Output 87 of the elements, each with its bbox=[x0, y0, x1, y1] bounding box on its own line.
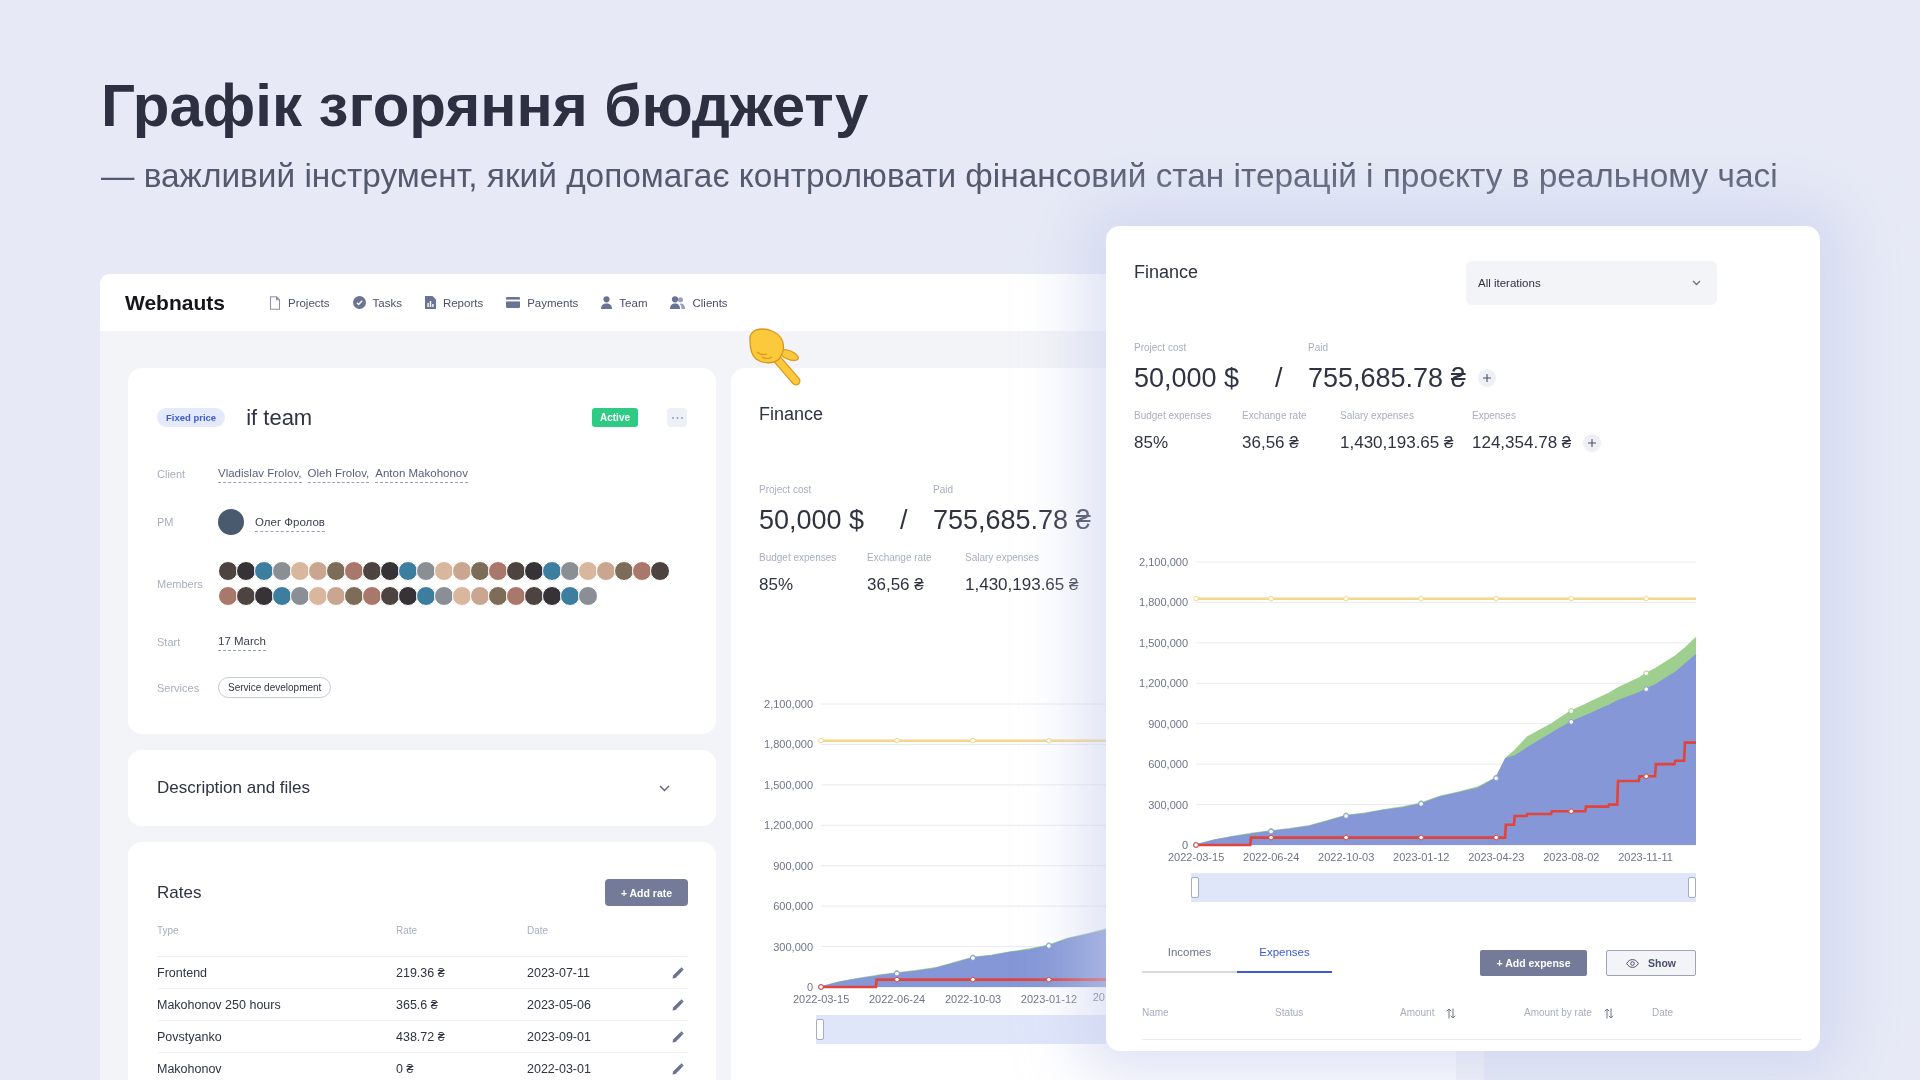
column-header: Date bbox=[1652, 1006, 1674, 1020]
table-cell: Frontend bbox=[157, 965, 208, 980]
table-cell: 0 ₴ bbox=[396, 1061, 414, 1076]
separator-text: / bbox=[1275, 362, 1283, 394]
y-tick-label: 600,000 bbox=[773, 900, 813, 913]
column-header: Rate bbox=[396, 924, 418, 938]
column-header: Amount bbox=[1400, 1006, 1435, 1020]
card-title: Finance bbox=[759, 403, 825, 425]
field-label: PM bbox=[157, 516, 174, 528]
x-tick-label: 2022-03-15 bbox=[1168, 851, 1225, 863]
x-tick-label: 2022-03-15 bbox=[793, 993, 850, 1005]
y-tick-label: 1,500,000 bbox=[1139, 636, 1188, 649]
page-subtitle: — важливий інструмент, який допомагає контролювати фінансовий стан ітерацій і проєкту в реальному часі bbox=[101, 156, 1778, 196]
table-cell: Makohonov bbox=[157, 1061, 222, 1076]
table-cell: Makohonov 250 hours bbox=[157, 997, 281, 1012]
column-header: Amount by rate bbox=[1524, 1006, 1592, 1020]
metric-label: Paid bbox=[1308, 341, 1328, 355]
y-tick-label: 1,800,000 bbox=[764, 738, 813, 751]
table-cell: 438.72 ₴ bbox=[396, 1029, 445, 1044]
y-tick-label: 0 bbox=[1181, 839, 1188, 851]
cut-off-label: 20 bbox=[1092, 991, 1105, 1004]
y-tick-label: 2,100,000 bbox=[764, 698, 813, 710]
y-tick-label: 900,000 bbox=[1148, 717, 1188, 730]
status-badge: Active bbox=[592, 408, 638, 427]
x-tick-label: 2022-10-03 bbox=[1318, 851, 1375, 863]
metric-label: Project cost bbox=[1134, 341, 1187, 355]
y-tick-label: 1,200,000 bbox=[764, 819, 813, 832]
table-cell: 2023-07-11 bbox=[527, 965, 590, 980]
metric-value: 85% bbox=[759, 574, 794, 596]
pricing-badge: Fixed price bbox=[157, 408, 226, 427]
x-tick-label: 2023-11-11 bbox=[1618, 851, 1673, 863]
x-tick-label: 2022-06-24 bbox=[1243, 851, 1300, 863]
field-label: Start bbox=[157, 635, 181, 648]
metric-label: Project cost bbox=[759, 483, 812, 497]
x-tick-label: 2022-10-03 bbox=[944, 993, 1002, 1005]
column-header: Status bbox=[1275, 1006, 1304, 1020]
metric-label: Budget expenses bbox=[759, 551, 837, 565]
section-title: Rates bbox=[157, 882, 202, 903]
metric-label: Expenses bbox=[1472, 409, 1516, 423]
table-cell: 2023-05-06 bbox=[527, 997, 591, 1012]
metric-label: Budget expenses bbox=[1134, 409, 1212, 423]
table-cell: 219.36 ₴ bbox=[396, 965, 445, 980]
column-header: Date bbox=[527, 924, 549, 938]
column-header: Name bbox=[1142, 1006, 1169, 1020]
card-title: Finance bbox=[1134, 261, 1200, 283]
page-title: Графік згоряння бюджету bbox=[101, 71, 869, 141]
table-cell: 365.6 ₴ bbox=[396, 997, 438, 1012]
metric-value: 36,56 ₴ bbox=[1242, 432, 1299, 454]
metric-value: 124,354.78 ₴ bbox=[1472, 432, 1572, 454]
metric-value: 85% bbox=[1134, 432, 1169, 454]
metric-value: 50,000 $ bbox=[759, 504, 865, 536]
metric-value: 1,430,193.65 ₴ bbox=[1340, 432, 1454, 454]
table-cell: 2022-03-01 bbox=[527, 1061, 591, 1076]
y-tick-label: 1,200,000 bbox=[1139, 677, 1188, 690]
y-tick-label: 0 bbox=[806, 981, 813, 993]
metric-value: 755,685.78 ₴ bbox=[933, 504, 1091, 536]
x-tick-label: 2022-06-24 bbox=[868, 993, 926, 1005]
metric-value: 50,000 $ bbox=[1134, 362, 1240, 394]
metric-label: Exchange rate bbox=[1242, 409, 1307, 423]
y-tick-label: 1,800,000 bbox=[1139, 596, 1188, 609]
metric-label: Salary expenses bbox=[1340, 409, 1414, 423]
field-label: Services bbox=[157, 681, 200, 694]
x-tick-label: 2023-01-12 bbox=[1020, 993, 1078, 1005]
x-tick-label: 2023-01-12 bbox=[1393, 851, 1450, 863]
brand-name: Webnauts bbox=[125, 290, 225, 315]
column-header: Type bbox=[157, 924, 179, 938]
metric-value: 36,56 ₴ bbox=[867, 574, 924, 596]
metric-value: 1,430,193.65 ₴ bbox=[965, 574, 1079, 596]
y-tick-label: 300,000 bbox=[773, 940, 813, 953]
table-cell: 2023-09-01 bbox=[527, 1029, 591, 1044]
metric-label: Exchange rate bbox=[867, 551, 932, 565]
metric-label: Salary expenses bbox=[965, 551, 1039, 565]
y-tick-label: 600,000 bbox=[1148, 758, 1188, 771]
table-cell: Povstyanko bbox=[157, 1029, 222, 1044]
metric-value: 755,685.78 ₴ bbox=[1308, 362, 1466, 394]
separator-text: / bbox=[900, 504, 908, 536]
section-title: Description and files bbox=[157, 778, 311, 798]
x-tick-label: 2023-04-23 bbox=[1468, 851, 1525, 863]
y-tick-label: 2,100,000 bbox=[1139, 556, 1188, 568]
y-tick-label: 1,500,000 bbox=[764, 778, 813, 791]
field-label: Client bbox=[157, 467, 186, 480]
y-tick-label: 900,000 bbox=[773, 859, 813, 872]
field-label: Members bbox=[157, 577, 203, 590]
x-tick-label: 2023-08-02 bbox=[1543, 851, 1600, 863]
project-title: if team bbox=[246, 404, 313, 431]
metric-label: Paid bbox=[933, 483, 953, 497]
y-tick-label: 300,000 bbox=[1148, 798, 1188, 811]
